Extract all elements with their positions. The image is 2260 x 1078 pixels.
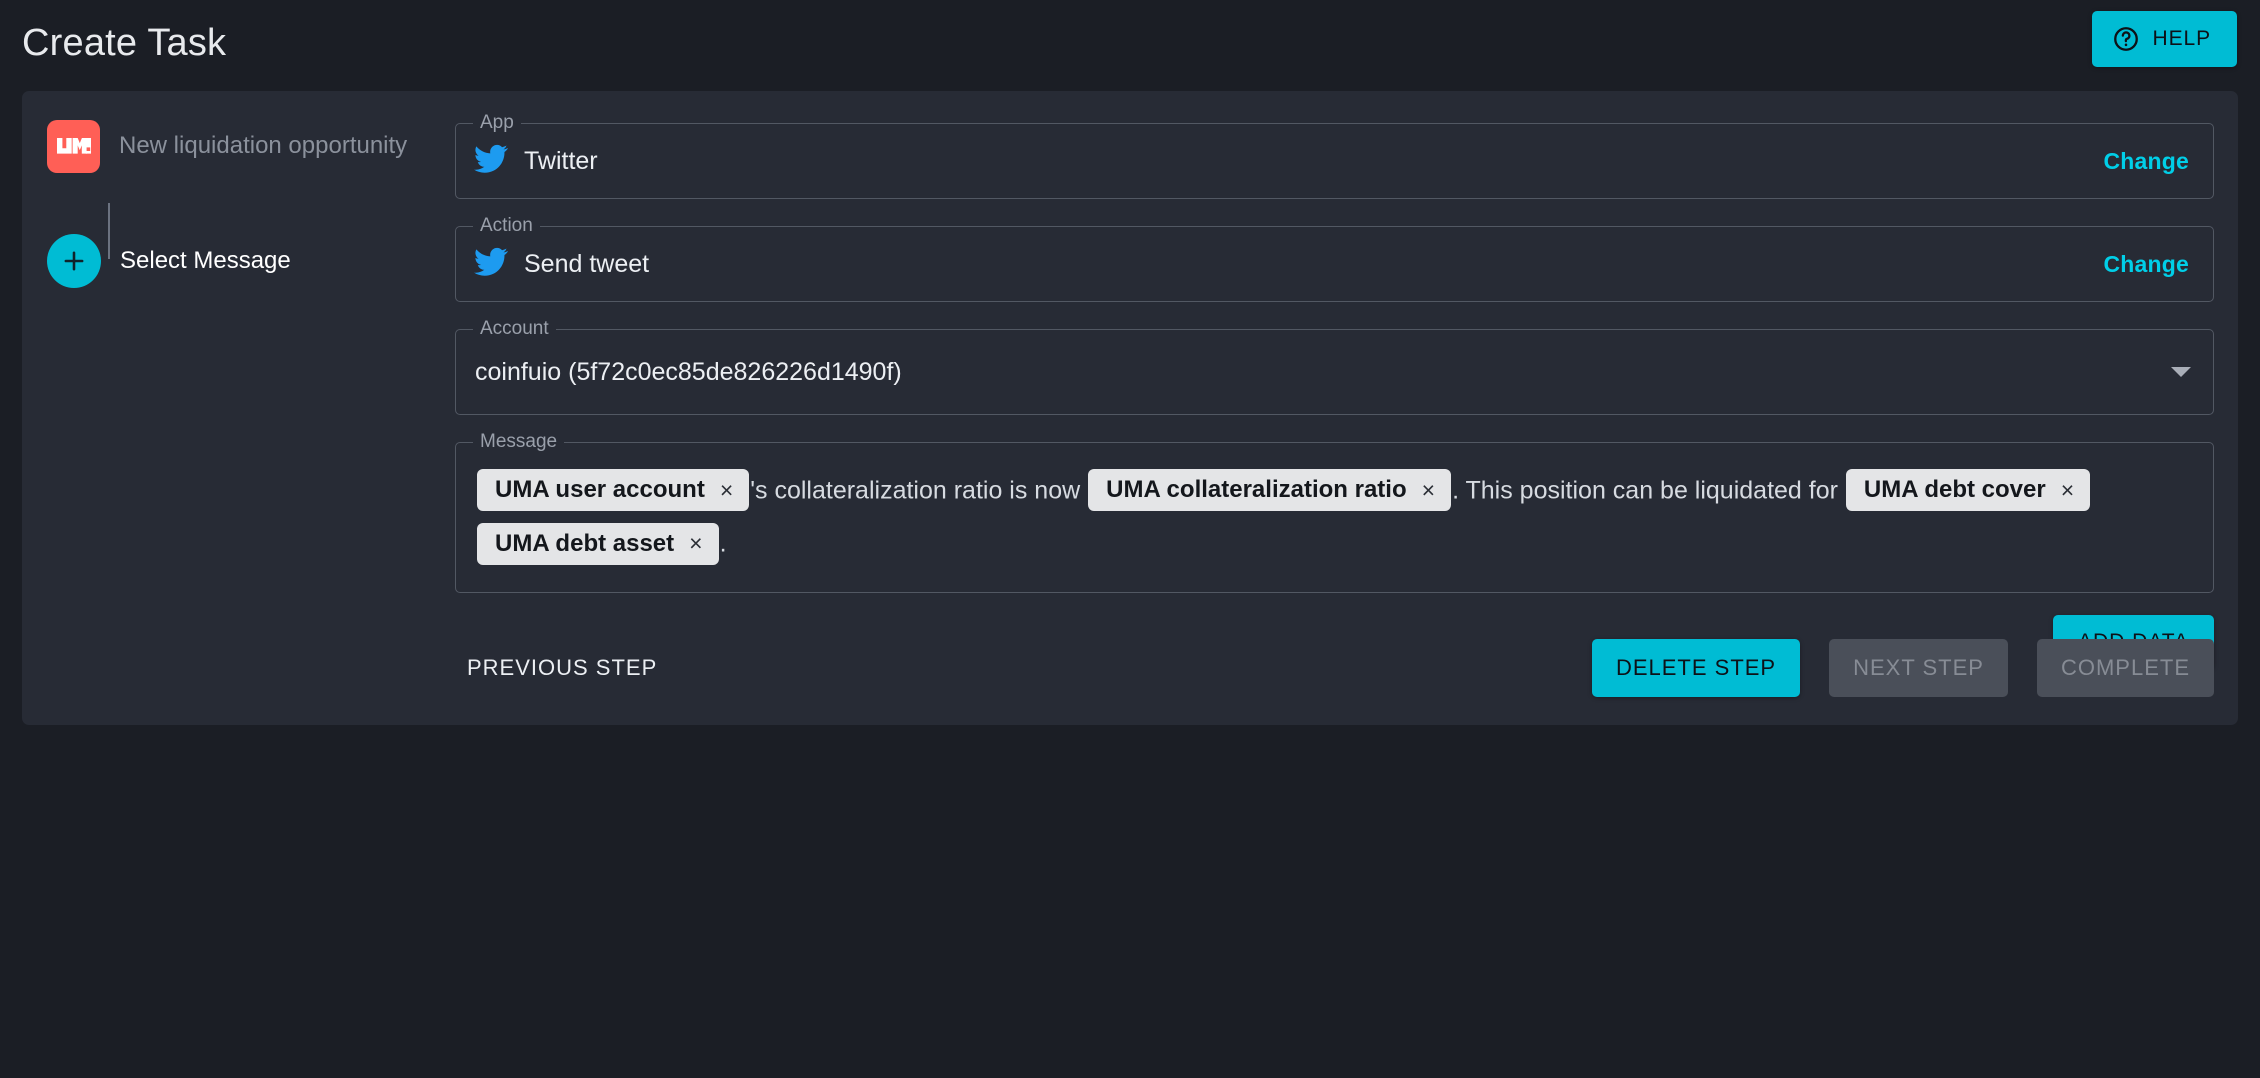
close-icon[interactable]: ×: [1420, 478, 1437, 502]
message-chip[interactable]: UMA user account ×: [477, 469, 750, 512]
twitter-bird-icon: [474, 144, 508, 179]
action-change-button[interactable]: Change: [2103, 251, 2189, 278]
message-chip[interactable]: UMA collateralization ratio ×: [1088, 469, 1452, 512]
create-task-panel: New liquidation opportunity Select Messa…: [22, 91, 2238, 725]
top-bar: Create Task HELP: [0, 0, 2260, 98]
close-icon[interactable]: ×: [687, 532, 704, 555]
message-chip-label: UMA debt cover: [1863, 476, 2046, 504]
step-item-trigger[interactable]: New liquidation opportunity: [47, 117, 417, 175]
message-field-legend: Message: [473, 431, 565, 453]
message-text-segment: .: [719, 529, 727, 558]
app-field: App Twitter Change: [455, 112, 2214, 199]
complete-button: COMPLETE: [2036, 639, 2214, 697]
message-text-segment: . This position can be liquidated for: [1452, 476, 1845, 505]
help-button-label: HELP: [2152, 27, 2211, 50]
message-text-segment: 's collateralization ratio is now: [750, 476, 1088, 505]
account-select[interactable]: coinfuio (5f72c0ec85de826226d1490f): [456, 330, 2213, 414]
step-item-select-message[interactable]: Select Message: [47, 232, 417, 290]
help-button[interactable]: HELP: [2091, 11, 2237, 67]
delete-step-button[interactable]: DELETE STEP: [1591, 639, 1801, 697]
question-circle-icon: [2112, 25, 2140, 53]
message-chip-label: UMA user account: [495, 476, 705, 504]
previous-step-button[interactable]: PREVIOUS STEP: [451, 643, 673, 693]
chevron-down-icon[interactable]: [2171, 367, 2191, 377]
close-icon[interactable]: ×: [718, 478, 735, 502]
account-field[interactable]: Account coinfuio (5f72c0ec85de826226d149…: [455, 318, 2214, 415]
plus-icon[interactable]: [47, 234, 101, 288]
message-chip-label: UMA collateralization ratio: [1106, 476, 1407, 504]
twitter-bird-icon: [474, 247, 508, 282]
message-editor[interactable]: UMA user account × 's collateralization ra…: [456, 443, 2213, 592]
message-chip[interactable]: UMA debt cover ×: [1845, 469, 2091, 512]
action-field-legend: Action: [473, 215, 540, 237]
page-title: Create Task: [22, 22, 227, 64]
app-change-button[interactable]: Change: [2103, 148, 2189, 175]
next-step-button: NEXT STEP: [1829, 639, 2008, 697]
close-icon[interactable]: ×: [2059, 478, 2076, 502]
account-field-legend: Account: [473, 318, 556, 340]
step-form: App Twitter Change Action Send tweet Cha…: [455, 112, 2214, 669]
account-selected-value: coinfuio (5f72c0ec85de826226d1490f): [475, 357, 902, 386]
message-chip-label: UMA debt asset: [495, 529, 675, 557]
action-value: Send tweet: [524, 249, 650, 278]
app-value: Twitter: [524, 146, 598, 175]
step-rail: New liquidation opportunity Select Messa…: [47, 117, 417, 290]
step-label-select-message: Select Message: [120, 247, 291, 274]
app-field-legend: App: [473, 112, 521, 134]
message-chip[interactable]: UMA debt asset ×: [477, 522, 719, 565]
action-field: Action Send tweet Change: [455, 215, 2214, 302]
step-label-trigger: New liquidation opportunity: [119, 132, 408, 159]
step-actions: PREVIOUS STEP DELETE STEP NEXT STEP COMP…: [455, 637, 2214, 699]
uma-logo-icon: [47, 119, 100, 173]
message-field[interactable]: Message UMA user account × 's collateraliz…: [455, 431, 2214, 593]
